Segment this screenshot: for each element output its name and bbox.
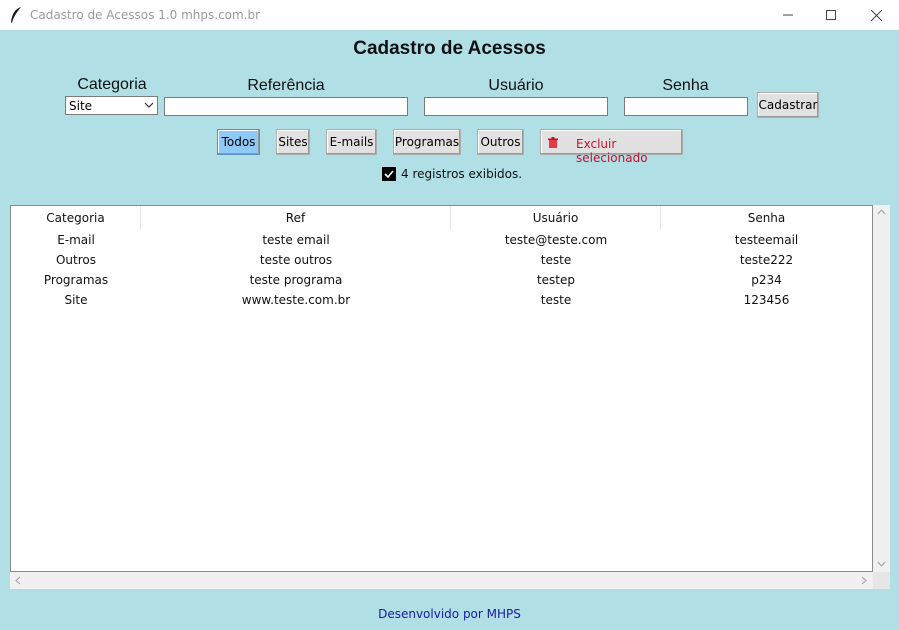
filter-outros-button[interactable]: Outros [477, 129, 524, 155]
header-usuario[interactable]: Usuário [451, 206, 661, 230]
cell-usuario: teste@teste.com [504, 233, 608, 247]
cell-senha: teste222 [739, 253, 794, 267]
filter-emails-button[interactable]: E-mails [326, 129, 377, 155]
chevron-down-icon [144, 102, 154, 108]
filter-programas-button[interactable]: Programas [393, 129, 461, 155]
table-row[interactable]: Programas teste programa testep p234 [11, 270, 872, 290]
cell-ref: www.teste.com.br [241, 293, 351, 307]
cell-usuario: testep [536, 273, 576, 287]
cadastrar-button[interactable]: Cadastrar [757, 92, 819, 118]
cell-categoria: Programas [43, 273, 109, 287]
cell-senha: p234 [751, 273, 782, 287]
scroll-right-icon[interactable] [861, 576, 867, 585]
cell-categoria: Site [64, 293, 88, 307]
header-categoria[interactable]: Categoria [11, 206, 141, 230]
records-table[interactable]: Categoria Ref Usuário Senha E-mail teste… [10, 205, 873, 572]
cell-usuario: teste [540, 253, 572, 267]
cell-ref: teste programa [249, 273, 343, 287]
window-title: Cadastro de Acessos 1.0 mhps.com.br [30, 8, 261, 22]
checkmark-icon [384, 170, 394, 179]
maximize-button[interactable] [808, 0, 854, 30]
horizontal-scrollbar[interactable] [10, 572, 873, 589]
close-icon [870, 9, 882, 21]
header-ref[interactable]: Ref [141, 206, 451, 230]
cell-senha: testeemail [734, 233, 799, 247]
scrollbar-corner [873, 572, 890, 589]
cell-senha: 123456 [743, 293, 790, 307]
show-records-checkbox[interactable] [382, 167, 396, 181]
cell-ref: teste outros [259, 253, 333, 267]
minimize-icon [783, 14, 793, 16]
table-row[interactable]: Outros teste outros teste teste222 [11, 250, 872, 270]
records-count-label: 4 registros exibidos. [401, 167, 523, 181]
table-row[interactable]: Site www.teste.com.br teste 123456 [11, 290, 872, 310]
table-row[interactable]: E-mail teste email teste@teste.com teste… [11, 230, 872, 250]
scroll-left-icon[interactable] [15, 576, 21, 585]
usuario-label: Usuário [488, 77, 544, 94]
categoria-select[interactable]: Site [65, 96, 158, 115]
close-button[interactable] [853, 0, 899, 30]
title-bar: Cadastro de Acessos 1.0 mhps.com.br [0, 0, 899, 30]
referencia-input[interactable] [164, 97, 408, 116]
senha-label: Senha [662, 77, 709, 94]
scroll-down-icon[interactable] [877, 561, 886, 567]
referencia-label: Referência [247, 77, 325, 94]
filter-sites-button[interactable]: Sites [276, 129, 310, 155]
categoria-label: Categoria [77, 76, 147, 93]
page-title: Cadastro de Acessos [353, 38, 546, 59]
excluir-label: Excluir selecionado [576, 137, 648, 165]
maximize-icon [826, 10, 836, 20]
cell-categoria: Outros [55, 253, 97, 267]
senha-input[interactable] [624, 97, 748, 116]
usuario-input[interactable] [424, 97, 608, 116]
feather-icon [11, 7, 21, 23]
footer-credit: Desenvolvido por MHPS [378, 607, 521, 621]
cell-ref: teste email [262, 233, 330, 247]
filter-todos-button[interactable]: Todos [217, 129, 260, 155]
table-header: Categoria Ref Usuário Senha [11, 206, 872, 230]
header-senha[interactable]: Senha [661, 206, 872, 230]
minimize-button[interactable] [765, 0, 811, 30]
cell-categoria: E-mail [57, 233, 95, 247]
categoria-selected-value: Site [69, 99, 93, 113]
trash-icon [548, 137, 558, 148]
scroll-up-icon[interactable] [877, 209, 886, 215]
cell-usuario: teste [540, 293, 572, 307]
excluir-selecionado-button[interactable]: Excluir selecionado [540, 129, 683, 165]
vertical-scrollbar[interactable] [873, 205, 890, 572]
